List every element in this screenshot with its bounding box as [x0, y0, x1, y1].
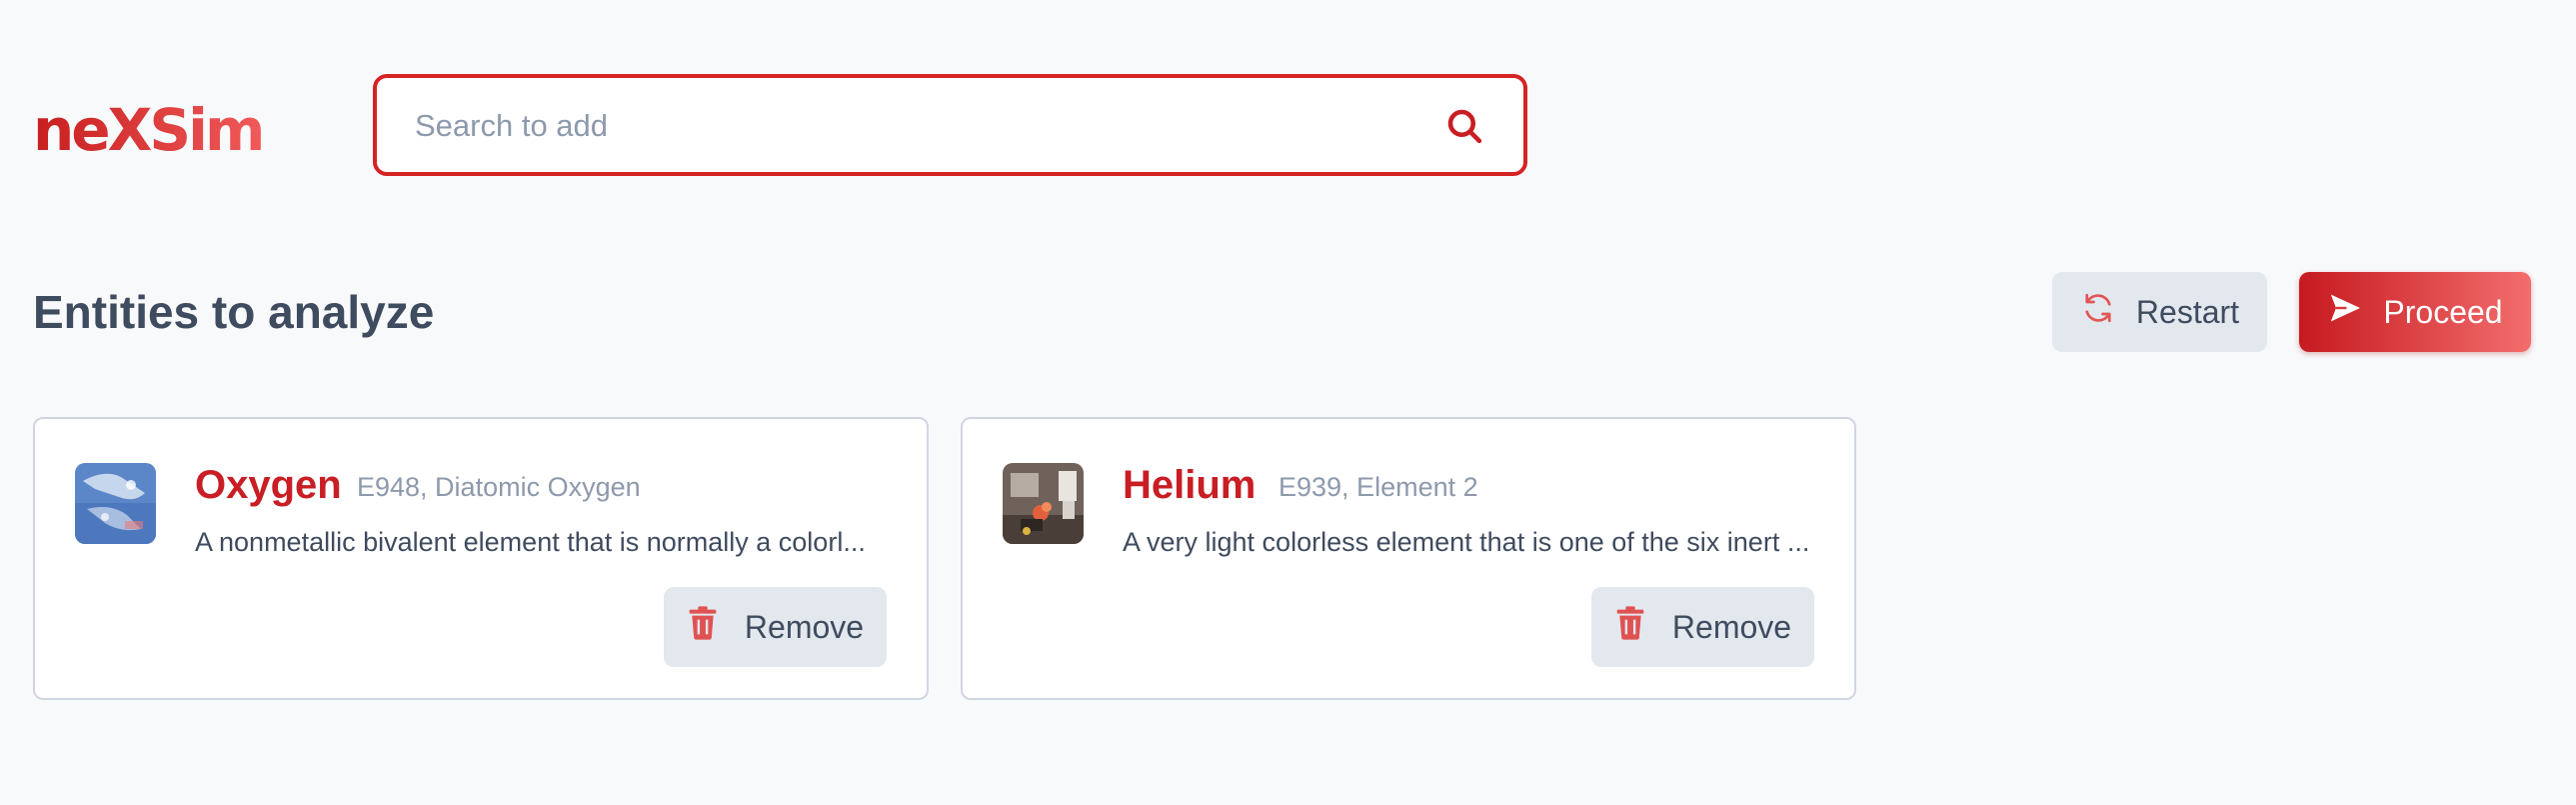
entity-id: E948, Diatomic Oxygen [357, 472, 641, 502]
proceed-button[interactable]: Proceed [2299, 272, 2531, 352]
remove-button[interactable]: Remove [664, 587, 887, 667]
restart-label: Restart [2135, 293, 2240, 330]
entity-description: A very light colorless element that is o… [1123, 527, 1810, 557]
entity-card-helium: Helium E939, Element 2 A very light colo… [961, 417, 1856, 700]
proceed-label: Proceed [2383, 293, 2503, 330]
entity-thumbnail [75, 463, 156, 544]
restart-button[interactable]: Restart [2052, 272, 2267, 352]
remove-label: Remove [1671, 608, 1792, 645]
entity-card-oxygen: Oxygen E948, Diatomic Oxygen A nonmetall… [33, 417, 929, 700]
entity-id: E939, Element 2 [1279, 472, 1478, 502]
entity-name[interactable]: Helium [1123, 457, 1256, 513]
entity-name[interactable]: Oxygen [195, 457, 342, 513]
refresh-icon [2080, 290, 2116, 334]
search-bar[interactable] [373, 74, 1527, 176]
remove-label: Remove [744, 608, 865, 645]
entity-description: A nonmetallic bivalent element that is n… [195, 527, 866, 557]
trash-icon [1614, 605, 1646, 649]
send-icon [2327, 290, 2363, 334]
search-input[interactable] [415, 102, 1414, 150]
entity-thumbnail [1003, 463, 1084, 544]
remove-button[interactable]: Remove [1591, 587, 1814, 667]
search-icon[interactable] [1443, 105, 1485, 147]
page-title: Entities to analyze [33, 286, 435, 338]
trash-icon [687, 605, 719, 649]
app-logo[interactable]: neXSim [33, 95, 265, 165]
